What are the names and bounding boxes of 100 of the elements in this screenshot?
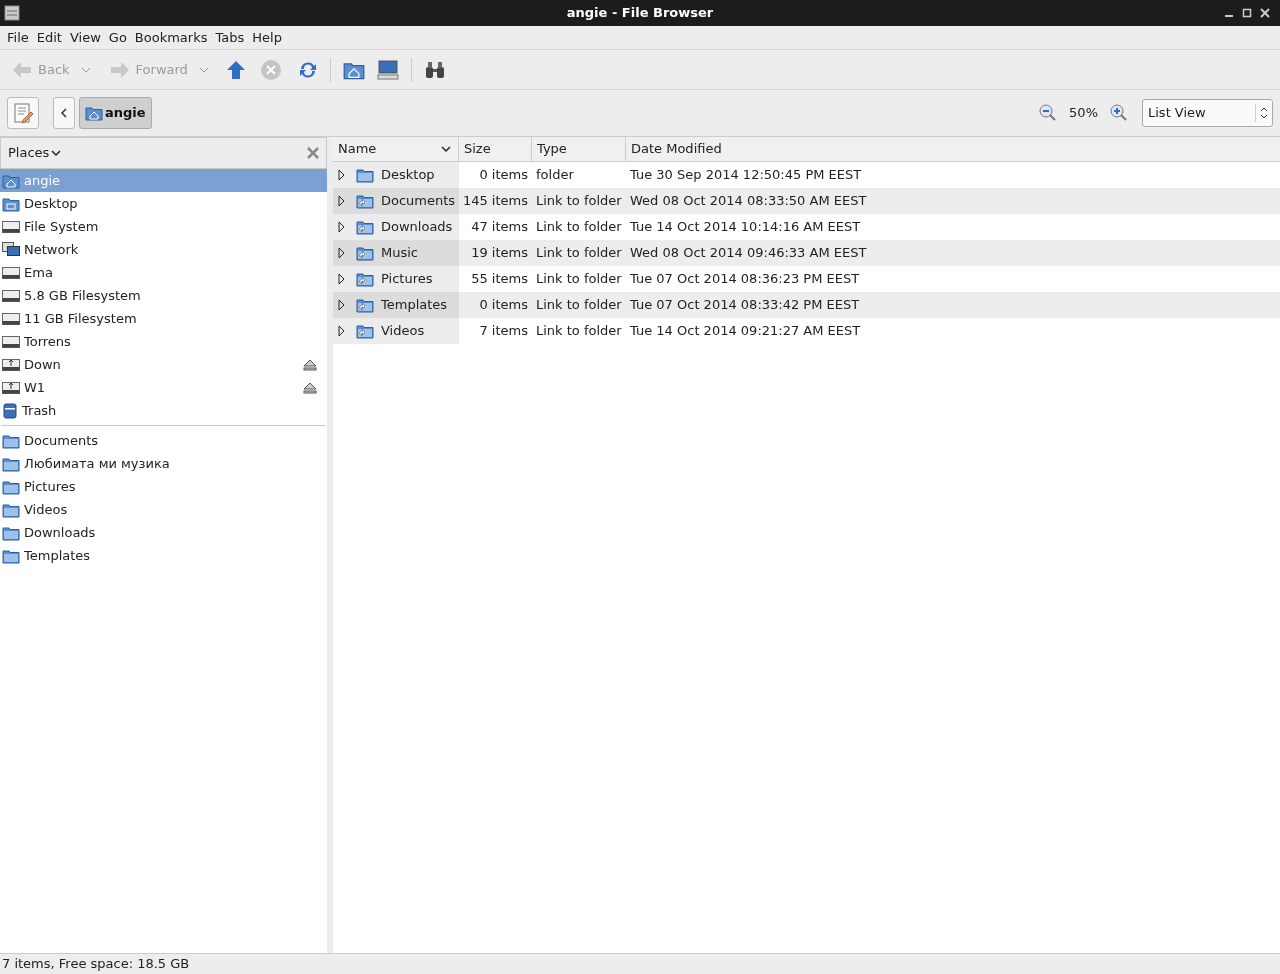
drive-icon [2, 334, 20, 349]
network-icon [2, 241, 20, 258]
table-cell-text: Tue 07 Oct 2014 08:36:23 PM EEST [629, 270, 860, 289]
sidebar-item[interactable]: 11 GB Filesystem [0, 307, 327, 330]
path-crumb-button[interactable]: angie [79, 97, 152, 129]
zoom-level: 50% [1069, 104, 1098, 123]
menu-item[interactable]: Tabs [211, 27, 249, 48]
table-cell-text: Videos [381, 322, 425, 341]
sidebar-item[interactable]: Ema [0, 261, 327, 284]
menu-item[interactable]: Help [248, 27, 286, 48]
table-cell-text: Wed 08 Oct 2014 08:33:50 AM EEST [629, 192, 867, 211]
eject-icon[interactable] [303, 381, 317, 394]
sidebar-item[interactable]: Downloads [0, 521, 327, 544]
usb-drive-icon [2, 357, 20, 372]
sidebar-item[interactable]: Любимата ми музика [0, 452, 327, 475]
folder-link-icon [356, 245, 374, 261]
sidebar-item[interactable]: Desktop [0, 192, 327, 215]
sidebar-item[interactable]: 5.8 GB Filesystem [0, 284, 327, 307]
drive-icon [2, 288, 20, 303]
folder-icon [2, 455, 20, 472]
sidebar-item[interactable]: Trash [0, 399, 327, 422]
folder-icon [2, 547, 20, 564]
menu-item[interactable]: View [65, 27, 105, 48]
table-cell-text: Link to folder [535, 270, 623, 289]
expander-icon[interactable] [336, 169, 346, 181]
table-cell-text: Link to folder [535, 244, 623, 263]
sidebar-item[interactable]: Pictures [0, 475, 327, 498]
status-text: 7 items, Free space: 18.5 GB [2, 955, 190, 974]
sidebar-item[interactable]: Down [0, 353, 327, 376]
home-folder-icon [85, 105, 103, 121]
table-cell-text: Wed 08 Oct 2014 09:46:33 AM EEST [629, 244, 867, 263]
folder-icon [2, 432, 20, 449]
zoom-out-icon[interactable] [1039, 104, 1058, 122]
folder-link-icon [356, 193, 374, 209]
table-cell-text: 7 items [478, 322, 529, 341]
binoculars-icon[interactable] [423, 60, 446, 79]
folder-link-icon [356, 219, 374, 235]
expander-icon[interactable] [336, 299, 346, 311]
table-cell-text: 0 items [478, 166, 529, 185]
column-header[interactable]: Type [532, 137, 626, 161]
sort-chevron-icon [440, 145, 452, 153]
drive-icon [2, 219, 20, 234]
expander-icon[interactable] [336, 247, 346, 259]
menu-item[interactable]: Edit [32, 27, 66, 48]
sidebar-item[interactable]: Documents [0, 429, 327, 452]
table-cell-text: folder [535, 166, 575, 185]
table-cell-text: Link to folder [535, 322, 623, 341]
view-select[interactable]: List View [1142, 99, 1273, 127]
column-header[interactable]: Size [459, 137, 532, 161]
folder-icon [2, 524, 20, 541]
table-cell-text: Link to folder [535, 296, 623, 315]
table-cell-text: Link to folder [535, 192, 623, 211]
table-cell-text: Music [381, 244, 418, 263]
table-cell-text: Desktop [381, 166, 435, 185]
expander-icon[interactable] [336, 325, 346, 337]
menu-item[interactable]: Bookmarks [130, 27, 212, 48]
table-cell-text: 19 items [470, 244, 529, 263]
folder-link-icon [356, 271, 374, 287]
column-header[interactable]: Name [333, 137, 459, 161]
window-icon [4, 5, 20, 21]
drive-icon [2, 265, 20, 280]
notes-button[interactable] [7, 97, 39, 129]
usb-drive-icon [2, 380, 20, 395]
home-folder-icon [2, 172, 20, 189]
zoom-in-icon[interactable] [1110, 104, 1128, 122]
maximize-icon[interactable] [1242, 8, 1252, 18]
sidebar-item[interactable]: W1 [0, 376, 327, 399]
table-cell-text: 55 items [470, 270, 529, 289]
expander-icon[interactable] [336, 221, 346, 233]
sidebar-item[interactable]: Templates [0, 544, 327, 567]
menu-item[interactable]: Go [104, 27, 131, 48]
up-arrow-icon[interactable] [225, 59, 246, 80]
close-icon[interactable] [1260, 8, 1270, 18]
menu-item[interactable]: File [3, 27, 33, 48]
folder-icon [356, 167, 374, 183]
table-cell-text: Pictures [381, 270, 433, 289]
expander-icon[interactable] [336, 195, 346, 207]
table-cell-text: Documents [381, 192, 456, 211]
sidebar-item[interactable]: Torrens [0, 330, 327, 353]
computer-icon[interactable] [376, 59, 399, 80]
places-dropdown[interactable]: Places [8, 143, 50, 163]
path-back-button[interactable] [53, 97, 75, 129]
folder-icon [2, 478, 20, 495]
window-title: angie - File Browser [566, 4, 714, 23]
column-header[interactable]: Date Modified [626, 137, 1280, 161]
notepad-pencil-icon [12, 102, 34, 124]
table-cell-text: Downloads [381, 218, 453, 237]
table-cell-text: Templates [381, 296, 448, 315]
right-arrow-icon [109, 60, 130, 79]
table-cell-text: Tue 14 Oct 2014 09:21:27 AM EEST [629, 322, 861, 341]
table-cell-text: Tue 30 Sep 2014 12:50:45 PM EEST [629, 166, 862, 185]
sidebar-item[interactable]: Network [0, 238, 327, 261]
sidebar-item[interactable]: File System [0, 215, 327, 238]
table-cell-text: 0 items [478, 296, 529, 315]
sidebar-item[interactable]: Videos [0, 498, 327, 521]
folder-link-icon [356, 323, 374, 339]
eject-icon[interactable] [303, 358, 317, 371]
expander-icon[interactable] [336, 273, 346, 285]
chevron-down-icon[interactable] [50, 149, 63, 157]
folder-link-icon [356, 297, 374, 313]
